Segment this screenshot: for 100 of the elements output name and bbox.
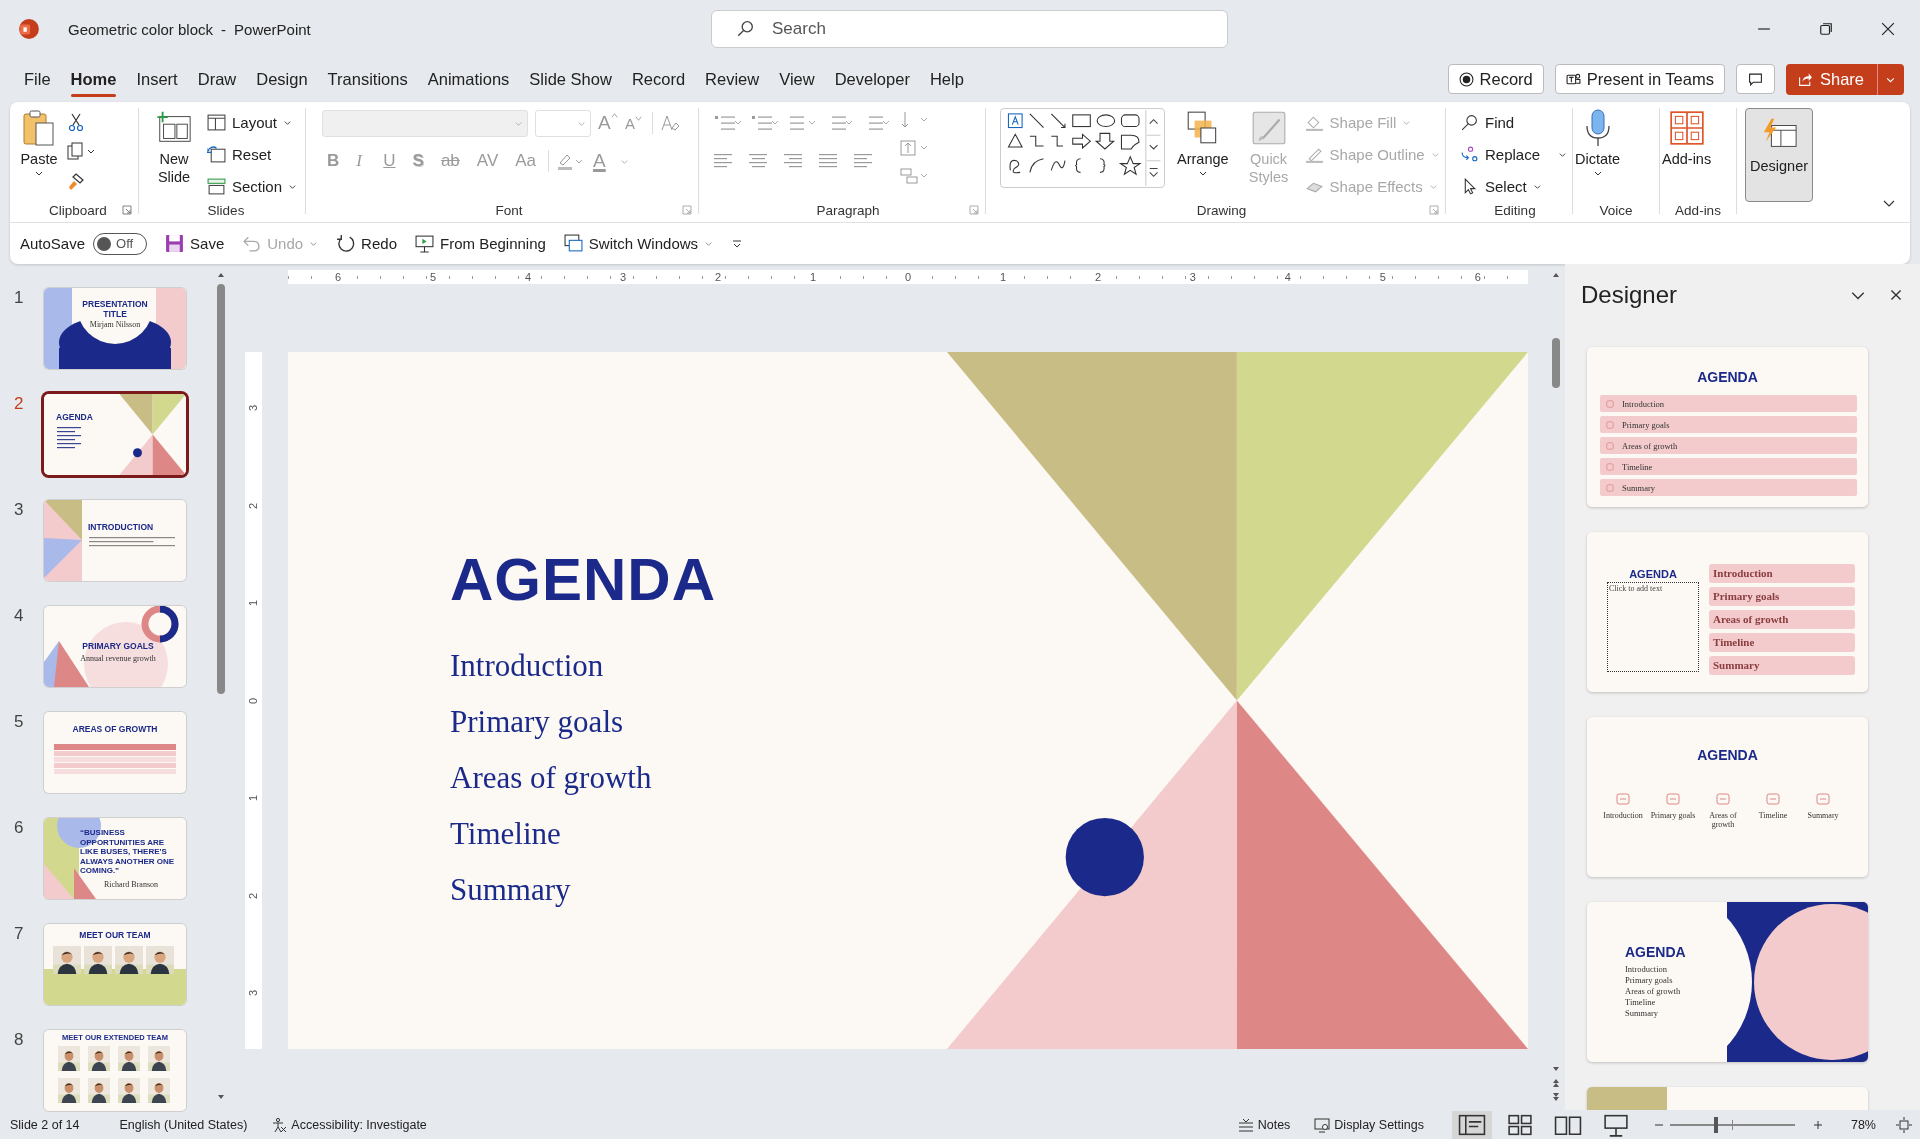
zoom-slider[interactable] — [1669, 1116, 1795, 1133]
present-button[interactable]: From Beginning — [414, 234, 546, 253]
menu-tab[interactable]: Design — [248, 61, 316, 97]
group-label: Slides — [207, 202, 245, 218]
clear-formatting-icon[interactable] — [660, 113, 680, 133]
menu-tab[interactable]: Draw — [189, 61, 245, 97]
close-icon[interactable] — [1881, 22, 1895, 36]
new-slide-button[interactable]: New Slide — [149, 108, 199, 186]
agenda-box: Summary — [1709, 656, 1855, 675]
layout-button[interactable]: Layout — [207, 110, 298, 134]
zoom-slider-thumb[interactable] — [1714, 1116, 1719, 1133]
smartart-icon[interactable] — [899, 166, 929, 186]
menu-tab[interactable]: Developer — [826, 61, 918, 97]
normal-view-icon[interactable] — [1451, 1110, 1492, 1139]
menu-tab[interactable]: Help — [921, 61, 972, 97]
agenda-item: Introduction — [1625, 964, 1668, 974]
next-slide-icon[interactable] — [1551, 1092, 1561, 1102]
slide-number: 5 — [13, 712, 25, 732]
redo-button[interactable]: Redo — [336, 234, 397, 253]
reset-button[interactable]: Reset — [207, 142, 298, 166]
dictate-button[interactable]: Dictate — [1575, 108, 1621, 178]
slide-thumbnail[interactable]: AREAS OF GROWTH — [44, 712, 186, 793]
arrange-button[interactable]: Arrange — [1173, 108, 1233, 178]
display-settings-button[interactable]: Display Settings — [1314, 1116, 1424, 1133]
dialog-launcher-icon[interactable] — [682, 205, 692, 215]
share-button[interactable]: Share — [1785, 63, 1904, 95]
notes-button[interactable]: Notes — [1237, 1116, 1291, 1133]
close-icon[interactable] — [1888, 287, 1904, 303]
customize-toolbar-icon[interactable] — [731, 237, 744, 250]
select-button[interactable]: Select — [1460, 174, 1568, 198]
align-text-icon[interactable] — [899, 138, 929, 158]
agenda-box: Introduction — [1709, 564, 1855, 583]
fit-slide-icon[interactable] — [1896, 1116, 1912, 1133]
outline-icon — [1765, 791, 1781, 807]
add-ins-button[interactable]: Add-ins — [1662, 108, 1712, 168]
menu-tab[interactable]: Animations — [419, 61, 518, 97]
designer-button[interactable]: Designer — [1745, 108, 1814, 202]
design-idea-card[interactable]: AGENDA Introduction Primary goals Areas of growth Timeline Summary — [1587, 347, 1868, 507]
agenda-box: Timeline — [1709, 633, 1855, 652]
bullet-icon — [1606, 399, 1614, 408]
slide-number: 7 — [13, 924, 25, 944]
menu-tab[interactable]: Insert — [128, 61, 186, 97]
dialog-launcher-icon[interactable] — [122, 205, 132, 215]
vertical-ruler: 3 2 1 0 1 2 3 — [245, 352, 262, 1049]
bullet-icon — [1606, 441, 1614, 450]
reset-icon — [207, 145, 226, 163]
present-in-teams-button[interactable]: Present in Teams — [1554, 64, 1725, 94]
slide-thumbnail[interactable]: PRESENTATION TITLE Mirjam Nilsson — [44, 288, 186, 369]
design-idea-card[interactable]: AGENDA Introduction Primary goals Areas of growth Timeline Summary — [1587, 717, 1868, 877]
slide-thumbnail[interactable]: PRIMARY GOALS Annual revenue growth — [44, 606, 186, 687]
language-status[interactable]: English (United States) — [119, 1117, 248, 1132]
dialog-launcher-icon[interactable] — [1429, 205, 1439, 215]
replace-button[interactable]: Replace — [1460, 142, 1568, 166]
slide-number: 4 — [13, 606, 25, 626]
search-field[interactable]: Search — [711, 10, 1228, 48]
caret-icon — [704, 239, 714, 248]
slide-thumbnail[interactable]: INTRODUCTION — [44, 500, 186, 581]
menu-tab[interactable]: Home — [62, 61, 125, 97]
zoom-level[interactable]: 78% — [1850, 1117, 1876, 1132]
group-label: Add-ins — [1675, 202, 1721, 218]
section-button[interactable]: Section — [207, 174, 298, 198]
windows-button[interactable]: Switch Windows — [563, 234, 714, 253]
agenda-item: Introduction — [1602, 811, 1644, 820]
zoom-in-icon[interactable] — [1812, 1119, 1823, 1130]
slide-thumbnail[interactable]: “BUSINESS OPPORTUNITIES ARE LIKE BUSES, THERE'S ALWAYS ANOTHER ONE COMING.” Richard Branson — [44, 818, 186, 899]
accessibility-button[interactable]: Accessibility: Investigate — [271, 1116, 427, 1133]
save-button[interactable]: Save — [165, 234, 225, 253]
previous-slide-icon[interactable] — [1551, 1078, 1561, 1088]
menu-tab[interactable]: Transitions — [319, 61, 416, 97]
menu-tab[interactable]: Record — [623, 61, 694, 97]
copy-icon[interactable] — [66, 142, 96, 162]
design-idea-card[interactable]: AGENDA Click to add text Introduction Primary goals Areas of growth Timeline Summary — [1587, 532, 1868, 692]
bullet-icon — [1606, 462, 1614, 471]
agenda-item: Areas of growth — [450, 759, 652, 797]
record-button[interactable]: Record — [1447, 64, 1544, 94]
dialog-launcher-icon[interactable] — [969, 205, 979, 215]
restore-icon[interactable] — [1819, 22, 1833, 36]
group-label: Voice — [1599, 202, 1633, 218]
find-button[interactable]: Find — [1460, 110, 1568, 134]
scrollbar-thumb[interactable] — [1552, 338, 1560, 388]
bullet-icon — [1606, 483, 1614, 492]
slide-thumbnail[interactable]: MEET OUR TEAM — [44, 924, 186, 1005]
cut-icon[interactable] — [66, 112, 86, 132]
scrollbar-thumb[interactable] — [217, 284, 225, 694]
menu-tab[interactable]: View — [771, 61, 823, 97]
menu-tab[interactable]: Slide Show — [521, 61, 620, 97]
text-direction-icon[interactable] — [899, 110, 929, 130]
numbering-icon[interactable] — [750, 113, 780, 133]
thumbnail-title: MEET OUR TEAM — [78, 930, 152, 940]
comments-button[interactable] — [1735, 64, 1775, 94]
idea-title: AGENDA — [1625, 944, 1686, 960]
slide-thumbnail[interactable]: AGENDA — [44, 394, 186, 475]
paste-button[interactable]: Paste — [20, 108, 58, 178]
presentation-screen-icon — [414, 234, 434, 253]
design-idea-card[interactable]: AGENDA Introduction Primary goals Areas of growth Timeline Summary — [1587, 902, 1868, 1062]
format-painter-icon[interactable] — [66, 172, 86, 192]
menu-tab[interactable]: File — [16, 61, 59, 97]
idea-title: AGENDA — [1696, 747, 1759, 763]
agenda-item: Introduction — [1622, 398, 1665, 409]
menu-tab[interactable]: Review — [697, 61, 768, 97]
